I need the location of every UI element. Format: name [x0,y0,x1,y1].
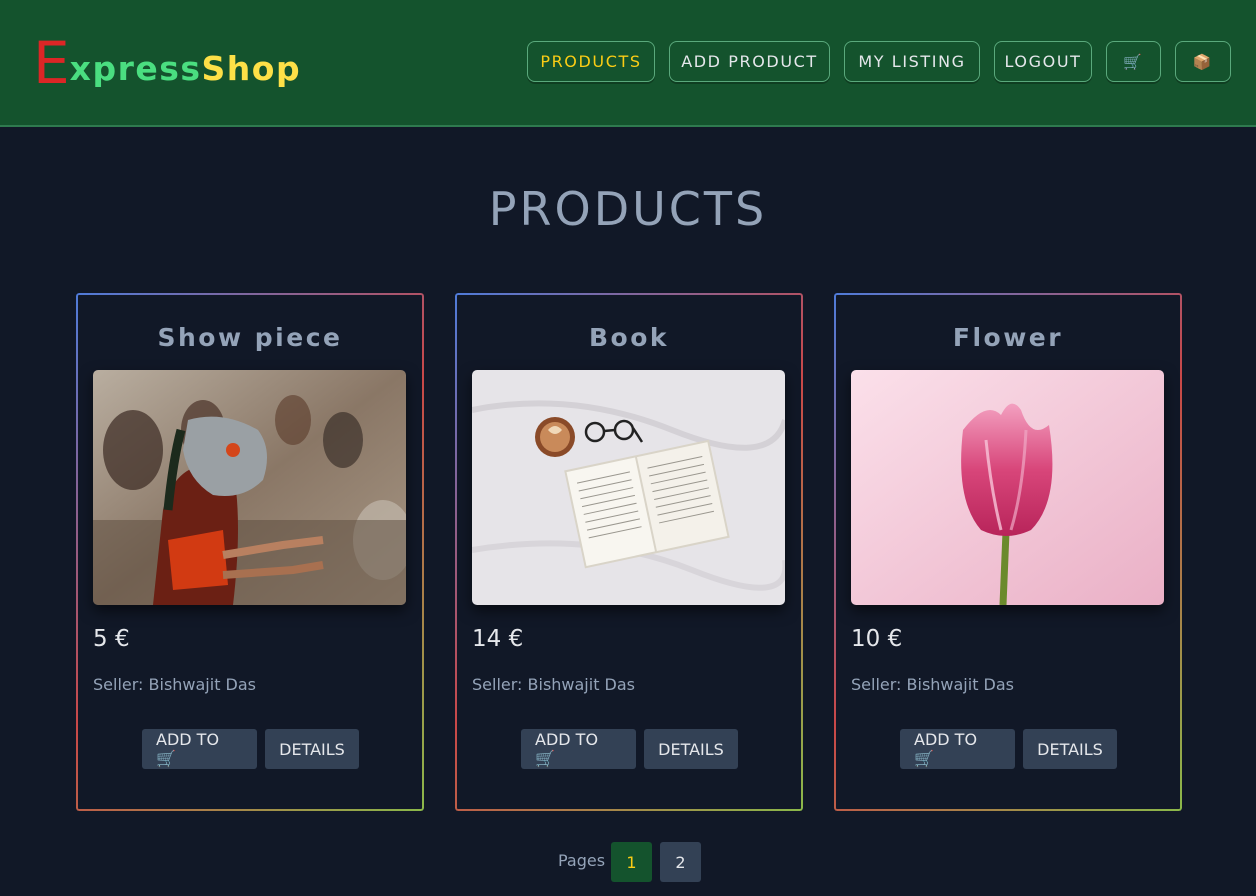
product-title: Flower [952,323,1064,352]
nav-orders-button[interactable]: 📦 [1175,41,1231,82]
product-seller: Seller: Bishwajit Das [472,675,635,694]
product-card: Show piece 5 € Seller: Bishwajit Das ADD… [76,293,424,811]
cart-icon: 🛒 [1123,52,1144,71]
page-2-button[interactable]: 2 [660,842,701,882]
logo[interactable]: E xpress Shop [33,29,302,97]
product-image [472,370,785,605]
product-seller: Seller: Bishwajit Das [851,675,1014,694]
nav-cart-button[interactable]: 🛒 [1106,41,1161,82]
logo-end: Shop [201,49,302,88]
product-title: Book [588,323,670,352]
details-button[interactable]: DETAILS [265,729,359,769]
pagination-label: Pages [558,851,606,870]
add-to-cart-button[interactable]: ADD TO 🛒 [142,729,257,769]
product-seller: Seller: Bishwajit Das [93,675,256,694]
details-button[interactable]: DETAILS [644,729,738,769]
product-price: 14 € [472,626,524,652]
page-1-button[interactable]: 1 [611,842,652,882]
product-card: Flower 10 € Seller: Bishwajit Das ADD TO… [834,293,1182,811]
seller-label: Seller: [472,675,523,694]
add-to-cart-button[interactable]: ADD TO 🛒 [900,729,1015,769]
product-price: 5 € [93,626,130,652]
seller-name: Bishwajit Das [148,675,257,694]
product-image [93,370,406,605]
product-image [851,370,1164,605]
package-icon: 📦 [1192,52,1214,71]
product-title: Show piece [157,323,343,352]
seller-label: Seller: [93,675,144,694]
add-to-cart-button[interactable]: ADD TO 🛒 [521,729,636,769]
logo-first-letter: E [33,29,70,97]
product-card: Book 14 € Seller: Bishwajit Das ADD TO 🛒… [455,293,803,811]
nav-products-button[interactable]: PRODUCTS [527,41,655,82]
page-title: PRODUCTS [488,182,768,236]
product-price: 10 € [851,626,903,652]
logo-middle: xpress [69,49,202,88]
seller-name: Bishwajit Das [906,675,1015,694]
header: E xpress Shop PRODUCTS ADD PRODUCT MY LI… [0,0,1256,127]
nav-logout-button[interactable]: LOGOUT [994,41,1092,82]
nav-add-product-button[interactable]: ADD PRODUCT [669,41,830,82]
details-button[interactable]: DETAILS [1023,729,1117,769]
seller-name: Bishwajit Das [527,675,636,694]
seller-label: Seller: [851,675,902,694]
nav-my-listing-button[interactable]: MY LISTING [844,41,980,82]
